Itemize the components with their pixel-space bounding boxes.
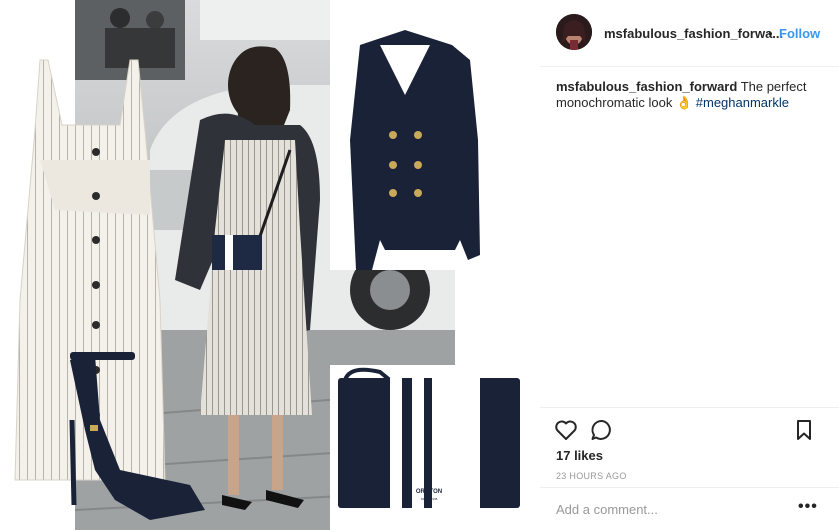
navy-blazer (350, 30, 480, 270)
post-image[interactable]: OROTON SINCE 1938 (0, 0, 540, 530)
hashtag-link[interactable]: #meghanmarkle (696, 95, 789, 110)
post-timestamp[interactable]: 23 HOURS AGO (556, 471, 627, 481)
separator-dot: • (768, 26, 773, 41)
avatar-image (556, 14, 592, 50)
comment-bar: ••• (540, 487, 839, 531)
likes-count[interactable]: 17 likes (556, 448, 603, 463)
avatar[interactable] (556, 14, 592, 50)
fashion-collage-image: OROTON SINCE 1938 (14, 0, 525, 530)
oroton-crossbody-bag: OROTON SINCE 1938 (338, 367, 520, 508)
username-link[interactable]: msfabulous_fashion_forwa... (604, 26, 783, 41)
heart-icon[interactable] (554, 418, 578, 442)
follow-button[interactable]: Follow (779, 26, 820, 41)
bookmark-icon[interactable] (792, 418, 816, 442)
more-options-icon[interactable]: ••• (798, 498, 818, 516)
post-sidebar: msfabulous_fashion_forwa... • Follow msf… (540, 0, 839, 530)
post-caption: msfabulous_fashion_forward The perfect m… (556, 79, 826, 111)
caption-emoji: 👌 (675, 95, 693, 110)
action-bar (540, 407, 839, 448)
bag-brand-subtext: SINCE 1938 (421, 497, 438, 501)
comment-input[interactable] (556, 502, 786, 517)
post-header: msfabulous_fashion_forwa... • Follow (540, 0, 839, 67)
caption-username[interactable]: msfabulous_fashion_forward (556, 79, 737, 94)
bag-brand-logo: OROTON (416, 489, 442, 495)
comment-icon[interactable] (590, 418, 614, 442)
